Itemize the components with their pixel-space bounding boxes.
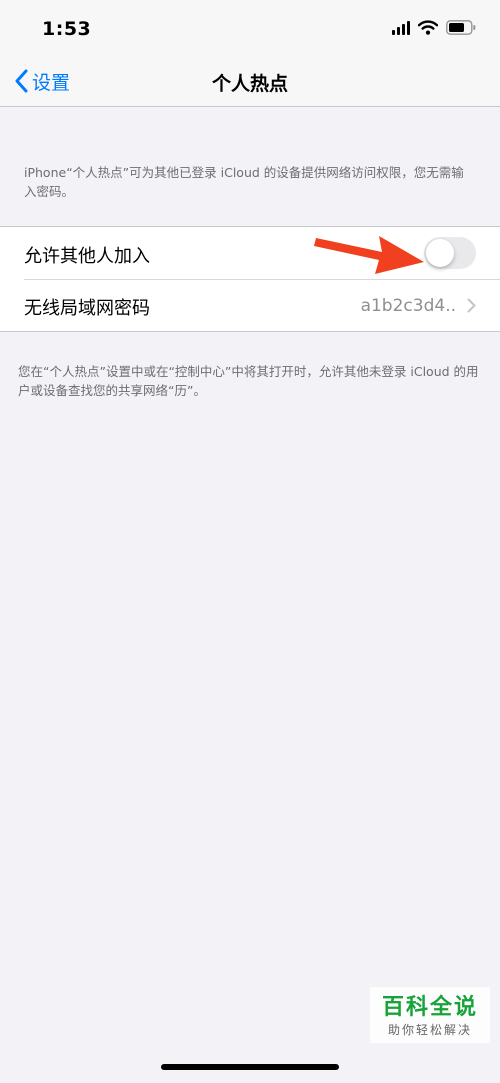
- watermark-title: 百科全说: [381, 995, 478, 1020]
- watermark-subtitle: 助你轻松解决: [387, 1023, 472, 1037]
- wifi-password-value: a1b2c3d4..: [360, 296, 456, 316]
- allow-others-label: 允许其他人加入: [24, 246, 150, 267]
- status-icons: [392, 20, 476, 35]
- cellular-signal-icon: [392, 20, 410, 35]
- battery-icon: [446, 20, 476, 35]
- wifi-password-row[interactable]: 无线局域网密码 a1b2c3d4..: [0, 279, 500, 331]
- watermark-logo: 百科全说 助你轻松解决: [370, 987, 490, 1043]
- toggle-knob: [426, 239, 454, 267]
- red-arrow-annotation: [314, 236, 424, 274]
- allow-others-toggle[interactable]: [424, 237, 476, 269]
- wifi-password-label: 无线局域网密码: [24, 298, 150, 319]
- header-note: iPhone“个人热点”可为其他已登录 iCloud 的设备提供网络访问权限，您…: [24, 165, 464, 199]
- navigation-bar: 设置 个人热点: [0, 56, 500, 107]
- chevron-right-icon: [467, 298, 476, 313]
- status-time: 1:53: [42, 18, 92, 40]
- status-bar: 1:53: [0, 0, 500, 56]
- wifi-icon: [418, 20, 438, 35]
- footer-note: 您在“个人热点”设置中或在“控制中心”中将其打开时，允许其他未登录 iCloud…: [18, 364, 479, 398]
- page-title: 个人热点: [211, 73, 288, 95]
- home-indicator: [161, 1064, 339, 1070]
